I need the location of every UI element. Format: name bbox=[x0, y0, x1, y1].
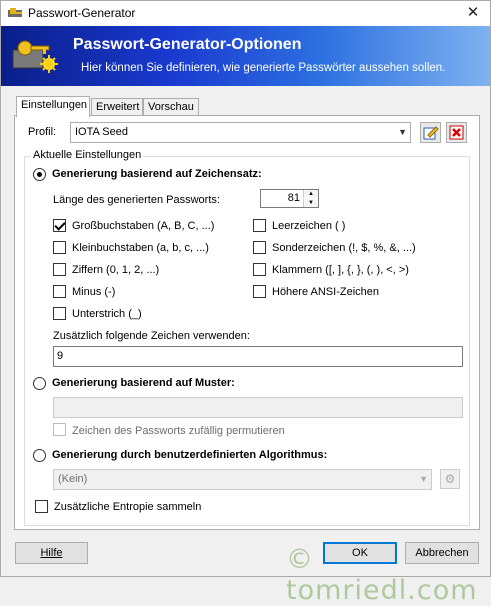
additional-chars-value: 9 bbox=[57, 350, 64, 362]
algorithm-mode-label[interactable]: Generierung durch benutzerdefinierten Al… bbox=[52, 449, 327, 461]
minus-label[interactable]: Minus (-) bbox=[72, 286, 115, 298]
algorithm-mode-radio[interactable] bbox=[33, 449, 46, 462]
delete-profile-button[interactable] bbox=[446, 122, 467, 143]
watermark-text: tomriedl.com bbox=[286, 575, 478, 606]
tab-vorschau[interactable]: Vorschau bbox=[143, 98, 199, 115]
profile-dropdown[interactable]: IOTA Seed ▼ bbox=[70, 122, 411, 143]
dropdown-arrow-icon: ▼ bbox=[419, 474, 428, 484]
help-button-label: Hilfe bbox=[40, 547, 63, 559]
pattern-mode-label[interactable]: Generierung basierend auf Muster: bbox=[52, 377, 235, 389]
space-checkbox[interactable] bbox=[253, 219, 266, 232]
uppercase-label[interactable]: Großbuchstaben (A, B, C, ...) bbox=[72, 220, 214, 232]
dialog-window: Passwort-Generator ✕ Passwort-Generator-… bbox=[0, 0, 491, 606]
pattern-mode-radio[interactable] bbox=[33, 377, 46, 390]
cancel-button[interactable]: Abbrechen bbox=[405, 542, 479, 564]
algorithm-settings-button[interactable]: ⚙ bbox=[440, 469, 460, 489]
tab-einstellungen[interactable]: Einstellungen bbox=[16, 96, 90, 117]
high-ansi-label[interactable]: Höhere ANSI-Zeichen bbox=[272, 286, 379, 298]
underscore-checkbox[interactable] bbox=[53, 307, 66, 320]
high-ansi-checkbox[interactable] bbox=[253, 285, 266, 298]
banner-title: Passwort-Generator-Optionen bbox=[73, 36, 302, 53]
tab-erweitert[interactable]: Erweitert bbox=[91, 98, 143, 115]
entropy-checkbox[interactable] bbox=[35, 500, 48, 513]
delete-profile-icon bbox=[449, 125, 464, 140]
entropy-label[interactable]: Zusätzliche Entropie sammeln bbox=[54, 501, 201, 513]
algorithm-value: (Kein) bbox=[58, 473, 88, 485]
watermark-symbol: © bbox=[286, 544, 314, 575]
length-value: 81 bbox=[287, 192, 300, 204]
current-settings-legend: Aktuelle Einstellungen bbox=[31, 149, 144, 161]
edit-profile-icon bbox=[423, 126, 439, 140]
underscore-label[interactable]: Unterstrich (_) bbox=[72, 308, 142, 320]
charset-mode-radio[interactable] bbox=[33, 168, 46, 181]
pattern-input[interactable] bbox=[53, 397, 463, 418]
header-banner: Passwort-Generator-Optionen Hier können … bbox=[1, 26, 490, 86]
digits-checkbox[interactable] bbox=[53, 263, 66, 276]
cancel-button-label: Abbrechen bbox=[415, 547, 469, 559]
additional-chars-label: Zusätzlich folgende Zeichen verwenden: bbox=[53, 330, 250, 342]
ok-button[interactable]: OK bbox=[323, 542, 397, 564]
minus-checkbox[interactable] bbox=[53, 285, 66, 298]
spin-up-icon[interactable]: ▲ bbox=[303, 190, 318, 198]
close-icon[interactable]: ✕ bbox=[456, 1, 490, 26]
special-label[interactable]: Sonderzeichen (!, $, %, &, ...) bbox=[272, 242, 416, 254]
title-bar: Passwort-Generator ✕ bbox=[1, 1, 490, 26]
edit-profile-button[interactable] bbox=[420, 122, 441, 143]
length-label: Länge des generierten Passworts: bbox=[53, 194, 220, 206]
lowercase-checkbox[interactable] bbox=[53, 241, 66, 254]
space-label[interactable]: Leerzeichen ( ) bbox=[272, 220, 345, 232]
banner-keys-icon bbox=[12, 40, 58, 73]
spin-down-icon[interactable]: ▼ bbox=[303, 199, 318, 207]
permute-checkbox[interactable] bbox=[53, 423, 66, 436]
window-title: Passwort-Generator bbox=[28, 6, 136, 20]
brackets-checkbox[interactable] bbox=[253, 263, 266, 276]
special-checkbox[interactable] bbox=[253, 241, 266, 254]
help-button[interactable]: Hilfe bbox=[15, 542, 88, 564]
dropdown-arrow-icon: ▼ bbox=[398, 127, 407, 137]
lowercase-label[interactable]: Kleinbuchstaben (a, b, c, ...) bbox=[72, 242, 209, 254]
algorithm-dropdown[interactable]: (Kein) ▼ bbox=[53, 469, 432, 490]
banner-subtitle: Hier können Sie definieren, wie generier… bbox=[81, 62, 446, 74]
profile-label: Profil: bbox=[28, 126, 57, 138]
settings-gear-icon: ⚙ bbox=[444, 472, 456, 486]
profile-value: IOTA Seed bbox=[75, 126, 128, 138]
charset-mode-label[interactable]: Generierung basierend auf Zeichensatz: bbox=[52, 168, 262, 180]
app-key-icon bbox=[8, 8, 22, 17]
ok-button-label: OK bbox=[352, 547, 368, 559]
uppercase-checkbox[interactable] bbox=[53, 219, 66, 232]
settings-tab-panel: Profil: IOTA Seed ▼ Aktuelle Einstellung… bbox=[14, 115, 480, 530]
digits-label[interactable]: Ziffern (0, 1, 2, ...) bbox=[72, 264, 159, 276]
permute-label[interactable]: Zeichen des Passworts zufällig permutier… bbox=[72, 425, 285, 437]
brackets-label[interactable]: Klammern ([, ], {, }, (, ), <, >) bbox=[272, 264, 409, 276]
length-spinner[interactable]: 81 ▲ ▼ bbox=[260, 189, 319, 208]
additional-chars-input[interactable]: 9 bbox=[53, 346, 463, 367]
